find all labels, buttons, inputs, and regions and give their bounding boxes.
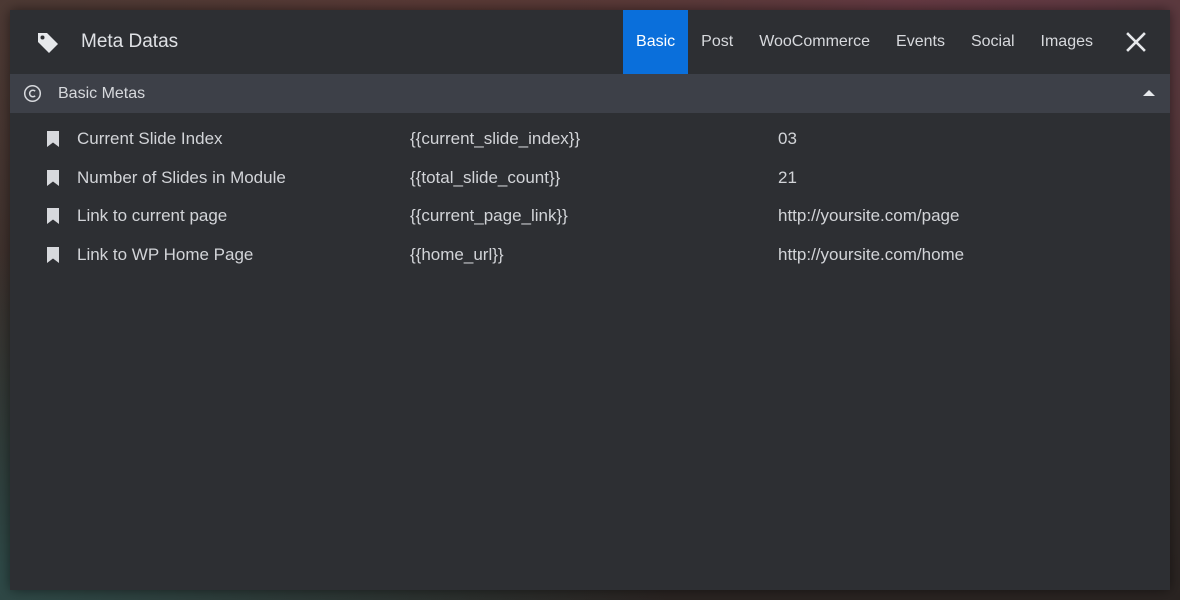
copyright-icon bbox=[23, 84, 42, 103]
list-item[interactable]: Number of Slides in Module {{total_slide… bbox=[10, 159, 1170, 198]
meta-list: Current Slide Index {{current_slide_inde… bbox=[10, 120, 1170, 275]
bookmark-icon bbox=[47, 131, 59, 147]
bookmark-icon bbox=[47, 169, 59, 186]
bookmark-icon bbox=[47, 208, 59, 225]
tab-bar: Basic Post WooCommerce Events Social Ima… bbox=[623, 10, 1106, 74]
tab-social[interactable]: Social bbox=[958, 10, 1028, 74]
tab-images[interactable]: Images bbox=[1028, 10, 1106, 74]
tab-post[interactable]: Post bbox=[688, 10, 746, 74]
meta-value: http://yoursite.com/home bbox=[778, 245, 965, 265]
caret-up-icon[interactable] bbox=[1142, 88, 1156, 98]
list-item[interactable]: Link to current page {{current_page_link… bbox=[10, 197, 1170, 236]
meta-value: 03 bbox=[778, 129, 797, 148]
meta-label: Number of Slides in Module bbox=[77, 167, 286, 187]
meta-tag: {{current_slide_index}} bbox=[410, 129, 581, 148]
tab-basic[interactable]: Basic bbox=[623, 10, 689, 74]
meta-label: Current Slide Index bbox=[77, 129, 223, 148]
meta-datas-modal: Meta Datas Basic Post WooCommerce Events… bbox=[10, 10, 1170, 590]
meta-value: 21 bbox=[778, 167, 797, 187]
meta-label: Link to current page bbox=[77, 206, 228, 226]
meta-value: http://yoursite.com/page bbox=[778, 206, 960, 226]
close-icon[interactable] bbox=[1124, 30, 1148, 54]
list-item[interactable]: Link to WP Home Page {{home_url}} http:/… bbox=[10, 236, 1170, 275]
tab-events[interactable]: Events bbox=[883, 10, 958, 74]
modal-title: Meta Datas bbox=[81, 31, 179, 52]
tab-woocommerce[interactable]: WooCommerce bbox=[746, 10, 883, 74]
section-title: Basic Metas bbox=[58, 85, 146, 102]
section-header-basic-metas[interactable]: Basic Metas bbox=[10, 74, 1170, 113]
meta-label: Link to WP Home Page bbox=[77, 245, 254, 265]
bookmark-icon bbox=[47, 247, 59, 264]
meta-tag: {{current_page_link}} bbox=[410, 206, 568, 226]
modal-header: Meta Datas Basic Post WooCommerce Events… bbox=[10, 10, 1170, 74]
meta-tag: {{home_url}} bbox=[410, 245, 504, 265]
list-item[interactable]: Current Slide Index {{current_slide_inde… bbox=[10, 120, 1170, 159]
tag-icon bbox=[38, 33, 58, 53]
meta-tag: {{total_slide_count}} bbox=[410, 167, 561, 187]
